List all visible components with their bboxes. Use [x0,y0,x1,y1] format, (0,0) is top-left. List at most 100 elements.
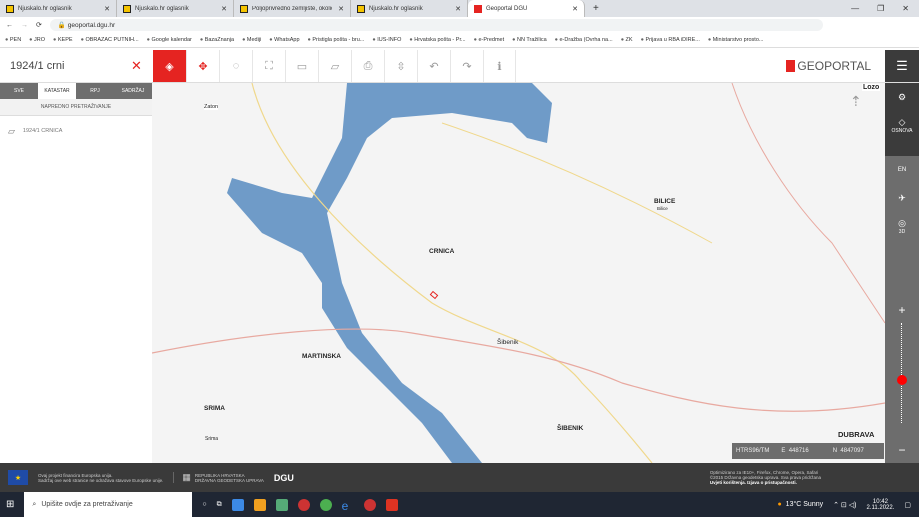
menu-icon[interactable]: ☰ [885,50,919,82]
close-tab-icon[interactable]: ✕ [338,5,344,13]
info-button[interactable]: ℹ [483,50,516,82]
geoportal-icon [474,4,482,13]
draw-polygon-button[interactable]: ▱ [318,50,351,82]
tab-title: Njuskalo.hr oglasnik [369,5,423,12]
close-tab-icon[interactable]: ✕ [104,5,110,13]
base-map-button[interactable]: ◇ OSNOVA [885,111,919,139]
clock-date[interactable]: 2.11.2022. [866,505,894,511]
measure-area-button[interactable]: ▭ [285,50,318,82]
bookmark[interactable]: WhatsApp [269,37,299,43]
geoportal-logo[interactable]: GEOPORTAL [786,50,885,82]
tab-katastar[interactable]: KATASTAR [38,83,76,99]
map-shapes [152,83,885,463]
browser-tab[interactable]: Njuskalo.hr oglasnik ✕ [351,0,468,17]
advanced-search-link[interactable]: NAPREDNO PRETRAŽIVANJE [0,99,152,116]
3d-button[interactable]: ◎ 3D [885,212,919,240]
bookmark[interactable]: Pristigla pošta - bru... [308,37,364,43]
place-label: DUBRAVA [838,430,875,439]
zoom-in-button[interactable]: + [885,303,919,317]
dgu-logo: DGU [273,472,294,483]
search-input[interactable]: 1924/1 crni [0,50,120,82]
close-tab-icon[interactable]: ✕ [572,5,578,13]
redo-button[interactable]: ↷ [450,50,483,82]
acrobat-icon[interactable] [385,498,398,511]
windows-start-icon[interactable]: ⊞ [6,499,14,510]
bookmark[interactable]: Mediji [242,37,261,43]
zoom-out-button[interactable]: − [885,443,919,457]
bookmark[interactable]: Ministarstvo prosto... [708,37,764,43]
bookmarks-bar: PEN JRO KEPE OBRAZAC PUTNIH... Google kalend… [0,33,919,48]
tools-button[interactable]: ⚙ [885,83,919,111]
zoom-slider[interactable] [901,323,903,423]
undo-button[interactable]: ↶ [417,50,450,82]
layers-button[interactable]: ◈ [153,50,186,82]
taskbar-search[interactable]: ⌕ Upišite ovdje za pretraživanje [24,492,193,517]
close-tab-icon[interactable]: ✕ [455,5,461,13]
browser-tab-active[interactable]: Geoportal DGU ✕ [468,0,585,17]
notification-icon[interactable]: ▢ [904,501,919,509]
search-result-item[interactable]: ▱ 1924/1 CRNICA [0,116,152,146]
app-icon[interactable] [275,498,288,511]
njuskalo-icon [357,4,365,13]
new-tab-button[interactable]: + [585,0,607,17]
bookmark[interactable]: NN Tražilica [512,37,547,43]
minimize-icon[interactable]: — [851,4,859,13]
tab-rpj[interactable]: RPJ [76,83,114,99]
back-icon[interactable]: ← [6,22,13,29]
bookmark[interactable]: IUS-INFO [372,37,401,43]
tab-sadrzaj[interactable]: SADRŽAJ [114,83,152,99]
tab-sve[interactable]: SVE [0,83,38,99]
bookmark[interactable]: Hrvatska pošta - Pr... [409,37,465,43]
browser-tab[interactable]: Njuskalo.hr oglasnik ✕ [0,0,117,17]
place-label: ŠIBENIK [557,425,584,432]
search-icon: ⌕ [32,500,37,508]
pan-button[interactable]: ✥ [186,50,219,82]
clear-search-icon[interactable]: ✕ [120,50,153,82]
tab-title: Njuskalo.hr oglasnik [135,5,189,12]
bookmark[interactable]: BazaZnanja [200,37,234,43]
app-icon[interactable] [297,498,310,511]
bookmark[interactable]: e-Dražba (Ovrha na... [555,37,613,43]
chrome-icon[interactable] [319,498,332,511]
print-button[interactable]: ⎙ [351,50,384,82]
browser-tab[interactable]: Poljoprivredno zemljište, okolica ✕ [234,0,351,17]
file-explorer-icon[interactable] [231,498,244,511]
terms-link[interactable]: Uvjeti korištenja. Izjava o pristupačnos… [710,480,821,485]
bookmark[interactable]: e-Predmet [474,37,504,43]
weather-text[interactable]: 13°C Sunny [786,501,823,508]
satellite-button[interactable]: ✈ [885,184,919,212]
close-tab-icon[interactable]: ✕ [221,5,227,13]
osnova-label: OSNOVA [891,127,913,134]
cube-icon: ◎ [898,217,906,228]
fullscreen-button[interactable]: ⛶ [252,50,285,82]
zoom-slider-handle[interactable] [897,375,907,385]
bookmark[interactable]: OBRAZAC PUTNIH... [81,37,138,43]
logo-mark [786,60,796,72]
footer: ★ Ovaj projekt financira Europska unija.… [0,463,919,492]
app-icon[interactable] [363,498,376,511]
outlook-icon[interactable] [253,498,266,511]
url-field[interactable]: 🔒 geoportal.dgu.hr [49,19,823,31]
bookmark[interactable]: PEN [5,37,21,43]
place-label: BILICE [654,198,676,205]
bookmark[interactable]: Google kalendar [147,37,191,43]
reload-icon[interactable]: ⟳ [36,21,42,29]
lasso-button[interactable]: ◌ [219,50,252,82]
bookmark[interactable]: JRO [29,37,45,43]
bookmark[interactable]: Prijava u RBA iDIRE... [641,37,699,43]
edge-icon[interactable]: e [342,499,354,513]
easting-value: 448716 [788,448,809,454]
bookmark[interactable]: KEPE [53,37,73,43]
tray-icons[interactable]: ⌃ ⊡ ◁) [833,501,856,509]
task-view-icon[interactable]: ⧉ [217,501,222,509]
language-button[interactable]: EN [885,156,919,184]
browser-tab[interactable]: Njuskalo.hr oglasnik ✕ [117,0,234,17]
forward-icon[interactable]: → [21,22,28,29]
close-window-icon[interactable]: ✕ [902,4,909,13]
cortana-icon[interactable]: ○ [202,501,206,508]
bookmark[interactable]: ZK [621,37,633,43]
map-canvas[interactable]: Zaton Lozo BILICE Bilice CRNICA Šibenik … [152,83,885,463]
place-label: Zaton [204,104,219,110]
restore-icon[interactable]: ❐ [877,4,884,13]
export-button[interactable]: ⇳ [384,50,417,82]
